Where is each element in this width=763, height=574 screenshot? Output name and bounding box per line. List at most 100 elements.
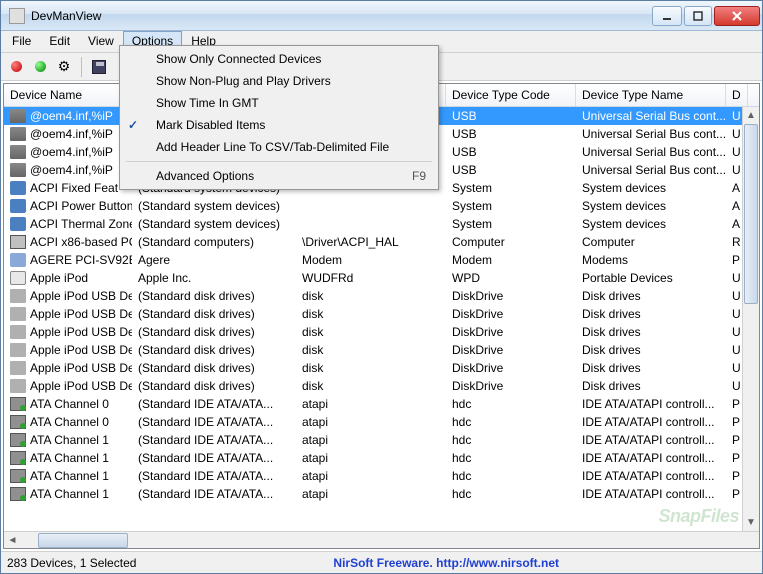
table-row[interactable]: ACPI Thermal Zone(Standard system device… <box>4 215 759 233</box>
menu-view[interactable]: View <box>79 31 123 52</box>
scroll-left-arrow[interactable]: ◄ <box>4 532 21 549</box>
cell-device-name: @oem4.inf,%iP <box>4 144 132 160</box>
menu-show-non-pnp[interactable]: Show Non-Plug and Play Drivers <box>150 70 436 92</box>
menu-edit[interactable]: Edit <box>40 31 79 52</box>
menu-show-only-connected[interactable]: Show Only Connected Devices <box>150 48 436 70</box>
cell-manufacturer: Apple Inc. <box>132 270 296 286</box>
cell-type-name: Disk drives <box>576 288 726 304</box>
maximize-icon <box>693 11 703 21</box>
device-name-text: @oem4.inf,%iP <box>30 145 113 159</box>
cell-manufacturer: (Standard IDE ATA/ATA... <box>132 486 296 502</box>
minimize-button[interactable] <box>652 6 682 26</box>
menu-advanced-options[interactable]: Advanced Options F9 <box>150 165 436 187</box>
table-row[interactable]: ATA Channel 1(Standard IDE ATA/ATA...ata… <box>4 449 759 467</box>
window-buttons <box>652 6 760 26</box>
scroll-thumb-h[interactable] <box>38 533 128 548</box>
horizontal-scrollbar[interactable]: ◄ <box>4 531 759 548</box>
cell-manufacturer: (Standard computers) <box>132 234 296 250</box>
menu-shortcut: F9 <box>412 169 426 183</box>
cell-type-code: hdc <box>446 468 576 484</box>
cell-type-code: DiskDrive <box>446 342 576 358</box>
device-name-text: ACPI Thermal Zone <box>30 217 132 231</box>
hdc-icon <box>10 397 26 411</box>
table-row[interactable]: ATA Channel 0(Standard IDE ATA/ATA...ata… <box>4 395 759 413</box>
status-link[interactable]: NirSoft Freeware. http://www.nirsoft.net <box>136 556 756 570</box>
cell-type-name: Universal Serial Bus cont... <box>576 144 726 160</box>
table-row[interactable]: Apple iPod USB Device(Standard disk driv… <box>4 377 759 395</box>
green-dot-icon <box>35 61 46 72</box>
col-device-name[interactable]: Device Name <box>4 84 132 106</box>
save-button[interactable] <box>90 58 108 76</box>
cell-type-name: Universal Serial Bus cont... <box>576 108 726 124</box>
scroll-down-arrow[interactable]: ▼ <box>743 514 759 531</box>
menu-file[interactable]: File <box>3 31 40 52</box>
menu-separator <box>126 161 432 162</box>
col-device-type-code[interactable]: Device Type Code <box>446 84 576 106</box>
table-row[interactable]: Apple iPod USB Device(Standard disk driv… <box>4 323 759 341</box>
cell-type-name: System devices <box>576 198 726 214</box>
disable-device-button[interactable] <box>7 58 25 76</box>
cell-device-name: ATA Channel 1 <box>4 432 132 448</box>
table-row[interactable]: ATA Channel 1(Standard IDE ATA/ATA...ata… <box>4 467 759 485</box>
app-icon <box>9 8 25 24</box>
cell-manufacturer: (Standard IDE ATA/ATA... <box>132 432 296 448</box>
cell-service: atapi <box>296 414 446 430</box>
menu-show-time-gmt[interactable]: Show Time In GMT <box>150 92 436 114</box>
menu-add-header-csv[interactable]: Add Header Line To CSV/Tab-Delimited Fil… <box>150 136 436 158</box>
cell-type-name: System devices <box>576 216 726 232</box>
menu-item-label: Advanced Options <box>156 169 254 183</box>
menu-mark-disabled[interactable]: ✓ Mark Disabled Items <box>150 114 436 136</box>
disk-icon <box>10 361 26 375</box>
table-row[interactable]: Apple iPod USB Device(Standard disk driv… <box>4 305 759 323</box>
cell-service: disk <box>296 306 446 322</box>
table-row[interactable]: AGERE PCI-SV92EX So...AgereModemModemMod… <box>4 251 759 269</box>
table-row[interactable]: ATA Channel 0(Standard IDE ATA/ATA...ata… <box>4 413 759 431</box>
device-name-text: Apple iPod USB Device <box>30 379 132 393</box>
cell-type-name: Universal Serial Bus cont... <box>576 126 726 142</box>
cell-device-name: @oem4.inf,%iP <box>4 162 132 178</box>
close-button[interactable] <box>714 6 760 26</box>
cell-device-name: Apple iPod <box>4 270 132 286</box>
device-name-text: Apple iPod USB Device <box>30 361 132 375</box>
cell-service: disk <box>296 378 446 394</box>
cell-type-code: DiskDrive <box>446 324 576 340</box>
table-row[interactable]: ACPI x86-based PC(Standard computers)\Dr… <box>4 233 759 251</box>
hdc-icon <box>10 469 26 483</box>
menu-item-label: Show Only Connected Devices <box>156 52 321 66</box>
cell-device-name: AGERE PCI-SV92EX So... <box>4 252 132 268</box>
cell-device-name: ACPI Power Button <box>4 198 132 214</box>
disk-icon <box>10 325 26 339</box>
sys-icon <box>10 199 26 213</box>
table-row[interactable]: Apple iPod USB Device(Standard disk driv… <box>4 341 759 359</box>
enable-device-button[interactable] <box>31 58 49 76</box>
table-row[interactable]: Apple iPodApple Inc.WUDFRdWPDPortable De… <box>4 269 759 287</box>
cell-device-name: @oem4.inf,%iP <box>4 126 132 142</box>
menu-item-label: Show Non-Plug and Play Drivers <box>156 74 331 88</box>
cell-device-name: Apple iPod USB Device <box>4 342 132 358</box>
disk-icon <box>10 379 26 393</box>
cell-type-name: IDE ATA/ATAPI controll... <box>576 432 726 448</box>
cell-type-name: IDE ATA/ATAPI controll... <box>576 414 726 430</box>
scroll-up-arrow[interactable]: ▲ <box>743 107 759 124</box>
scroll-track[interactable] <box>743 124 759 514</box>
table-row[interactable]: ACPI Power Button(Standard system device… <box>4 197 759 215</box>
col-d[interactable]: D <box>726 84 748 106</box>
properties-button[interactable]: ⚙ <box>55 58 73 76</box>
device-name-text: ATA Channel 0 <box>30 397 109 411</box>
table-row[interactable]: ATA Channel 1(Standard IDE ATA/ATA...ata… <box>4 485 759 503</box>
device-name-text: ATA Channel 1 <box>30 433 109 447</box>
cell-device-name: Apple iPod USB Device <box>4 360 132 376</box>
check-icon: ✓ <box>128 118 138 132</box>
cell-type-name: Disk drives <box>576 306 726 322</box>
table-row[interactable]: Apple iPod USB Device(Standard disk driv… <box>4 287 759 305</box>
cell-device-name: Apple iPod USB Device <box>4 324 132 340</box>
col-device-type-name[interactable]: Device Type Name <box>576 84 726 106</box>
device-name-text: @oem4.inf,%iP <box>30 127 113 141</box>
device-name-text: Apple iPod <box>30 271 88 285</box>
vertical-scrollbar[interactable]: ▲ ▼ <box>742 107 759 531</box>
maximize-button[interactable] <box>684 6 712 26</box>
cell-type-code: hdc <box>446 396 576 412</box>
scroll-thumb[interactable] <box>744 124 758 304</box>
table-row[interactable]: Apple iPod USB Device(Standard disk driv… <box>4 359 759 377</box>
table-row[interactable]: ATA Channel 1(Standard IDE ATA/ATA...ata… <box>4 431 759 449</box>
